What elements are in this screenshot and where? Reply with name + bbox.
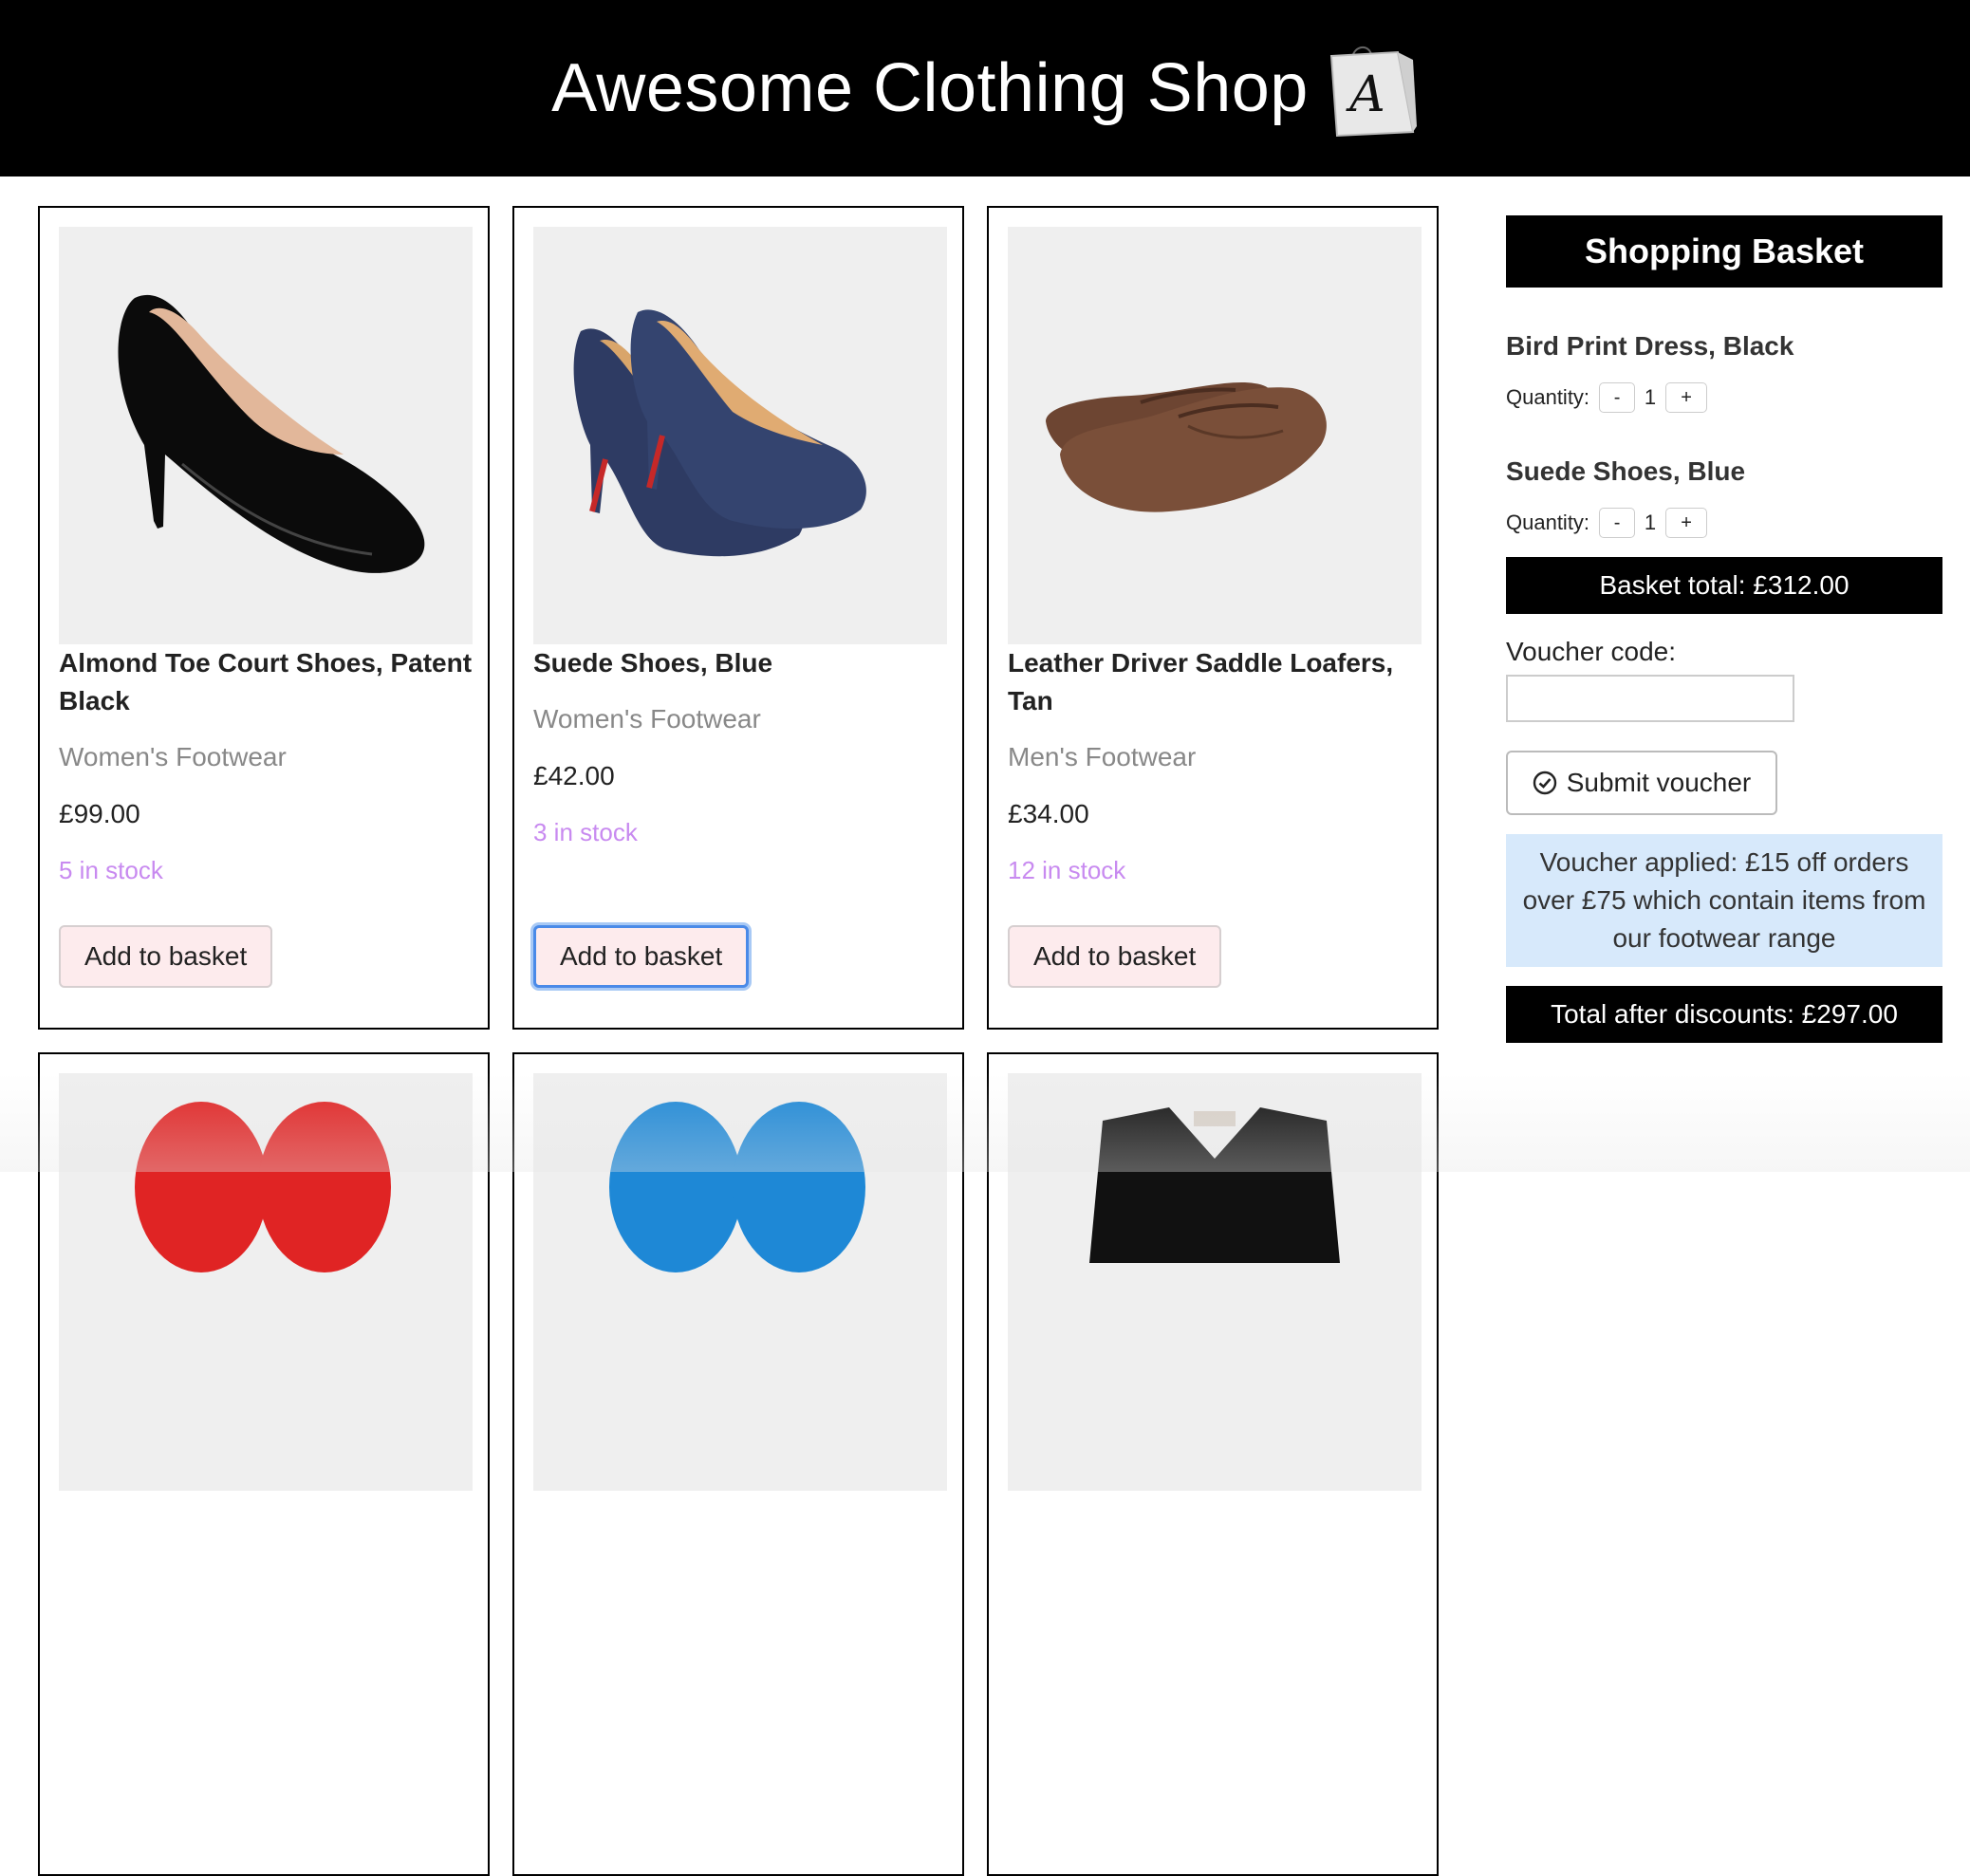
quantity-value: 1	[1644, 511, 1657, 534]
suede-pump-image	[573, 309, 866, 557]
product-image-black-cardigan[interactable]	[1008, 1073, 1422, 1491]
decrease-quantity-button[interactable]: -	[1599, 508, 1636, 538]
product-stock: 5 in stock	[59, 856, 163, 884]
product-price: £42.00	[533, 761, 615, 790]
product-category: Men's Footwear	[1008, 742, 1197, 771]
add-to-basket-button[interactable]: Add to basket	[533, 925, 750, 988]
product-name: Leather Driver Saddle Loafers, Tan	[1008, 648, 1394, 715]
site-title: Awesome Clothing Shop	[551, 50, 1309, 126]
product-card	[512, 1052, 964, 1876]
cardigan-image	[1089, 1107, 1340, 1263]
product-card	[38, 1052, 490, 1876]
product-image-blue-flip-flops[interactable]	[533, 1073, 947, 1491]
loafers-image	[1046, 381, 1327, 512]
quantity-row: Quantity: - 1 +	[1506, 508, 1942, 538]
voucher-applied-message: Voucher applied: £15 off orders over £75…	[1506, 834, 1942, 967]
product-stock: 12 in stock	[1008, 856, 1126, 884]
basket-item-name: Suede Shoes, Blue	[1506, 456, 1746, 486]
quantity-label: Quantity:	[1506, 511, 1590, 534]
product-price: £34.00	[1008, 799, 1089, 828]
red-flip-flops-image	[135, 1102, 391, 1272]
decrease-quantity-button[interactable]: -	[1599, 382, 1636, 413]
submit-voucher-button[interactable]: Submit voucher	[1506, 751, 1777, 815]
product-card	[987, 1052, 1439, 1876]
quantity-value: 1	[1644, 385, 1657, 409]
basket-item: Suede Shoes, Blue Quantity: - 1 +	[1506, 456, 1942, 538]
product-image-tan-loafers[interactable]	[1008, 227, 1422, 644]
check-circle-icon	[1533, 771, 1556, 795]
svg-text:A: A	[1346, 66, 1385, 123]
submit-voucher-label: Submit voucher	[1566, 768, 1752, 797]
product-image-blue-suede-shoes[interactable]	[533, 227, 947, 644]
site-header: Awesome Clothing Shop A	[0, 0, 1970, 176]
basket-title: Shopping Basket	[1506, 215, 1942, 288]
add-to-basket-button[interactable]: Add to basket	[1008, 925, 1222, 988]
product-name: Almond Toe Court Shoes, Patent Black	[59, 648, 473, 715]
total-after-discounts: Total after discounts: £297.00	[1506, 986, 1942, 1043]
product-card: Suede Shoes, Blue Women's Footwear £42.0…	[512, 206, 964, 1030]
increase-quantity-button[interactable]: +	[1665, 508, 1708, 538]
add-to-basket-button[interactable]: Add to basket	[59, 925, 273, 988]
product-name: Suede Shoes, Blue	[533, 648, 773, 678]
product-image-black-court-shoe[interactable]	[59, 227, 473, 644]
basket-total: Basket total: £312.00	[1506, 557, 1942, 614]
product-card: Leather Driver Saddle Loafers, Tan Men's…	[987, 206, 1439, 1030]
product-category: Women's Footwear	[59, 742, 287, 771]
court-shoe-image	[118, 294, 425, 573]
basket-item: Bird Print Dress, Black Quantity: - 1 +	[1506, 331, 1942, 413]
basket-item-name: Bird Print Dress, Black	[1506, 331, 1794, 361]
increase-quantity-button[interactable]: +	[1665, 382, 1708, 413]
product-price: £99.00	[59, 799, 140, 828]
shopping-bag-icon: A	[1329, 46, 1417, 138]
product-image-red-flip-flops[interactable]	[59, 1073, 473, 1491]
product-card: Almond Toe Court Shoes, Patent Black Wom…	[38, 206, 490, 1030]
quantity-label: Quantity:	[1506, 385, 1590, 409]
shopping-basket: Shopping Basket Bird Print Dress, Black …	[1506, 215, 1942, 1043]
product-category: Women's Footwear	[533, 704, 761, 734]
quantity-row: Quantity: - 1 +	[1506, 382, 1942, 413]
voucher-code-label: Voucher code:	[1506, 637, 1677, 666]
voucher-code-input[interactable]	[1506, 675, 1794, 722]
blue-flip-flops-image	[609, 1102, 865, 1272]
product-stock: 3 in stock	[533, 818, 638, 846]
